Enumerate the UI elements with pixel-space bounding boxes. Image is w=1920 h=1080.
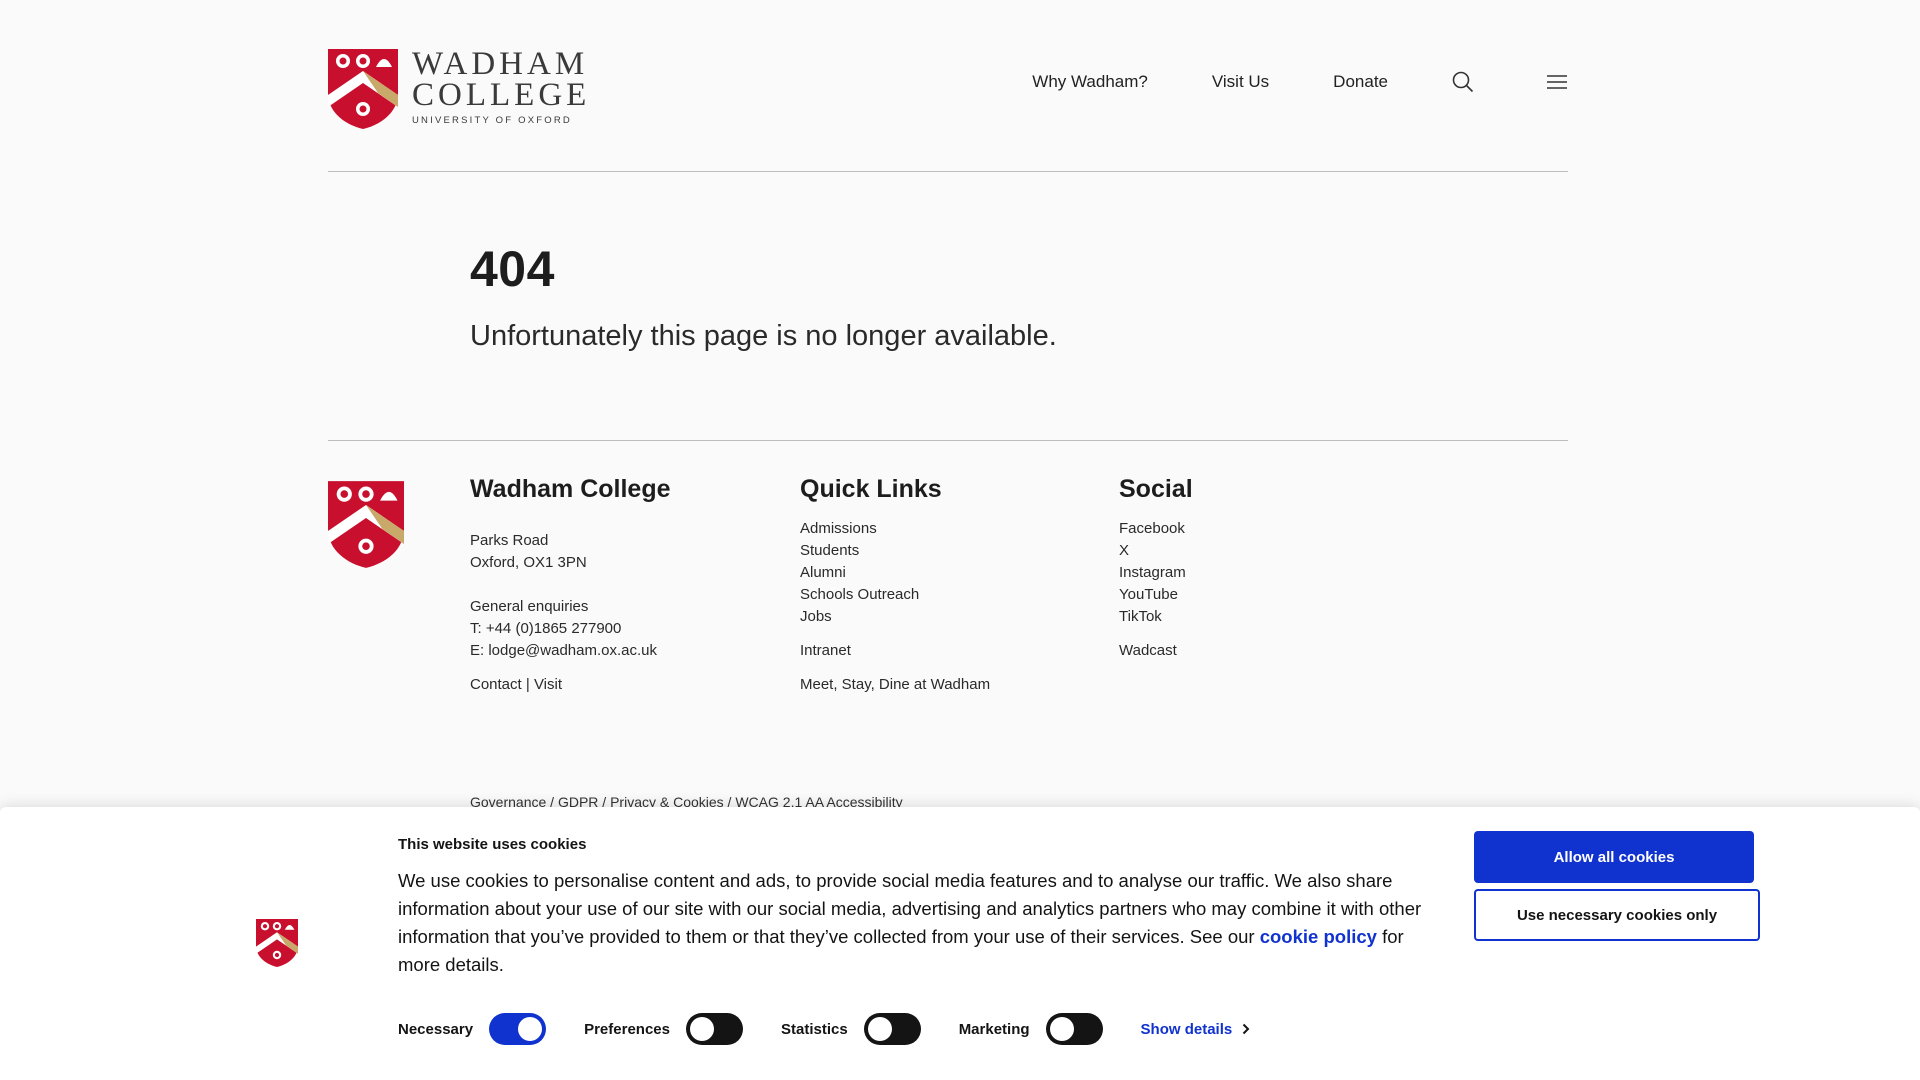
toggle-knob	[867, 1017, 892, 1041]
toggle-group-marketing: Marketing	[959, 1013, 1103, 1045]
social-link-instagram[interactable]: Instagram	[1119, 562, 1193, 584]
link-separator: |	[525, 676, 530, 693]
footer-divider	[328, 440, 1568, 441]
toggle-knob	[689, 1017, 714, 1041]
footer-college: Wadham College Parks Road Oxford, OX1 3P…	[470, 475, 671, 696]
marketing-toggle[interactable]	[1045, 1013, 1103, 1045]
social-link-x[interactable]: X	[1119, 540, 1193, 562]
general-enquiries-label: General enquiries	[470, 598, 589, 615]
primary-nav: Why Wadham? Visit Us Donate	[1032, 71, 1568, 93]
toggle-label-marketing: Marketing	[958, 1020, 1030, 1038]
contact-link[interactable]: Contact	[470, 676, 522, 693]
search-icon[interactable]	[1452, 71, 1474, 93]
address-line-1: Parks Road	[470, 532, 549, 549]
necessary-toggle[interactable]	[489, 1013, 547, 1045]
chevron-right-icon	[1243, 1023, 1250, 1035]
nav-why-wadham[interactable]: Why Wadham?	[1032, 72, 1148, 92]
social-link-youtube[interactable]: YouTube	[1119, 584, 1193, 606]
visit-link[interactable]: Visit	[534, 676, 562, 693]
social-link-tiktok[interactable]: TikTok	[1119, 606, 1193, 628]
crest-icon	[328, 49, 398, 129]
hamburger-menu-icon[interactable]	[1546, 74, 1568, 90]
toggle-knob	[1049, 1017, 1074, 1041]
show-details-label: Show details	[1140, 1020, 1233, 1038]
logo-line-university: UNIVERSITY OF OXFORD	[412, 115, 572, 126]
quick-links-title: Quick Links	[800, 475, 942, 503]
show-details-link[interactable]: Show details	[1141, 1021, 1251, 1038]
nav-visit-us[interactable]: Visit Us	[1212, 72, 1269, 92]
quick-link-schools-outreach[interactable]: Schools Outreach	[800, 584, 990, 606]
social-link-wadcast[interactable]: Wadcast	[1119, 640, 1193, 662]
site-header: WADHAM COLLEGE UNIVERSITY OF OXFORD Why …	[328, 46, 1568, 129]
toggle-group-statistics: Statistics	[781, 1013, 921, 1045]
error-message: Unfortunately this page is no longer ava…	[470, 320, 1057, 352]
toggle-label-preferences: Preferences	[584, 1020, 670, 1038]
toggle-knob	[518, 1017, 543, 1041]
toggle-group-preferences: Preferences	[584, 1013, 743, 1045]
cookie-consent-banner: This website uses cookies We use cookies…	[0, 807, 1920, 1080]
error-code: 404	[470, 241, 555, 297]
logo-line-wadham: WADHAM	[412, 46, 589, 82]
footer-college-title: Wadham College	[470, 475, 671, 503]
footer-crest-icon	[328, 481, 404, 568]
toggle-group-necessary: Necessary	[398, 1013, 547, 1045]
logo-wordmark: WADHAM COLLEGE UNIVERSITY OF OXFORD	[412, 46, 591, 127]
cookie-banner-crest-icon	[256, 919, 298, 967]
quick-link-admissions[interactable]: Admissions	[800, 518, 990, 540]
contact-visit-links: Contact | Visit	[470, 674, 671, 696]
preferences-toggle[interactable]	[685, 1013, 743, 1045]
footer-quick-links: Quick Links Admissions Students Alumni S…	[800, 475, 990, 696]
quick-link-students[interactable]: Students	[800, 540, 990, 562]
necessary-cookies-only-button[interactable]: Use necessary cookies only	[1474, 889, 1760, 941]
toggle-label-statistics: Statistics	[780, 1020, 848, 1038]
college-logo[interactable]: WADHAM COLLEGE UNIVERSITY OF OXFORD	[328, 46, 591, 129]
error-content: 404 Unfortunately this page is no longer…	[470, 240, 1057, 353]
social-link-facebook[interactable]: Facebook	[1119, 518, 1193, 540]
quick-link-jobs[interactable]: Jobs	[800, 606, 990, 628]
nav-donate[interactable]: Donate	[1333, 72, 1388, 92]
quick-link-alumni[interactable]: Alumni	[800, 562, 990, 584]
address-line-2: Oxford, OX1 3PN	[470, 554, 587, 571]
phone-number: T: +44 (0)1865 277900	[470, 620, 622, 637]
cookie-policy-link[interactable]: cookie policy	[1260, 926, 1377, 947]
quick-link-intranet[interactable]: Intranet	[800, 640, 990, 662]
cookie-title: This website uses cookies	[398, 836, 587, 853]
cookie-category-toggles: Necessary Preferences Statistics Marketi…	[398, 1013, 1250, 1045]
allow-all-cookies-button[interactable]: Allow all cookies	[1474, 831, 1754, 883]
header-divider	[328, 171, 1568, 172]
email-address[interactable]: E: lodge@wadham.ox.ac.uk	[470, 640, 671, 662]
logo-line-college: COLLEGE	[412, 77, 591, 113]
social-title: Social	[1119, 475, 1193, 503]
quick-link-meet-stay-dine[interactable]: Meet, Stay, Dine at Wadham	[800, 674, 990, 696]
cookie-description: We use cookies to personalise content an…	[398, 867, 1432, 979]
toggle-label-necessary: Necessary	[398, 1020, 474, 1038]
statistics-toggle[interactable]	[863, 1013, 921, 1045]
footer-social: Social Facebook X Instagram YouTube TikT…	[1119, 475, 1193, 662]
